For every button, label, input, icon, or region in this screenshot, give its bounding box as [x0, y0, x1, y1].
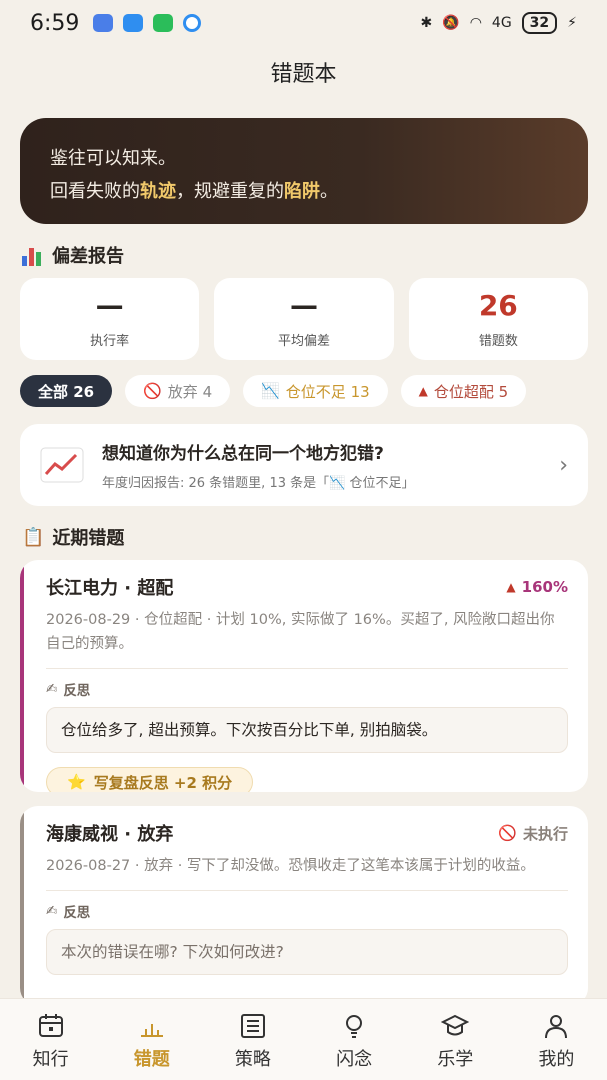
chevron-right-icon: ›	[559, 452, 568, 478]
write-reflection-button[interactable]: ⭐ 写复盘反思 +2 积分	[46, 767, 254, 792]
divider	[46, 890, 568, 891]
stats-row: — 执行率 — 平均偏差 26 错题数	[20, 278, 588, 360]
reflection-field[interactable]: 本次的错误在哪? 下次如何改进?	[46, 929, 568, 975]
tab-label: 策略	[234, 1049, 271, 1070]
prohibited-icon: 🚫	[143, 382, 162, 400]
charging-icon: ⚡	[567, 15, 577, 31]
hero-line-1: 鉴往可以知来。	[50, 148, 176, 169]
triangle-up-icon: ▲	[506, 580, 516, 594]
stat-average-deviation: — 平均偏差	[214, 278, 394, 360]
filter-chips: 全部 26 🚫 放弃 4 📉 仓位不足 13 ▲ 仓位超配 5	[20, 375, 607, 407]
recent-title: 近期错题	[52, 528, 125, 549]
signal-icon: 4G	[491, 15, 512, 31]
clipboard-icon: 📋	[22, 526, 45, 548]
triangle-up-icon: ▲	[418, 384, 428, 398]
filter-underweight[interactable]: 📉 仓位不足 13	[243, 375, 388, 407]
recent-header: 📋 近期错题	[22, 524, 124, 550]
bar-chart-icon	[140, 1024, 163, 1037]
hero-line-2: 回看失败的轨迹，规避重复的陷阱。	[50, 181, 338, 202]
tab-ideas[interactable]: 闪念	[304, 999, 405, 1080]
tab-learn[interactable]: 乐学	[405, 999, 506, 1080]
tab-label: 知行	[32, 1049, 69, 1070]
browser-icon	[183, 14, 202, 32]
lightbulb-icon	[346, 1015, 363, 1038]
tab-label: 我的	[538, 1049, 575, 1070]
filter-abandon[interactable]: 🚫 放弃 4	[125, 375, 231, 407]
filter-all[interactable]: 全部 26	[20, 375, 113, 407]
trend-down-icon: 📉	[261, 382, 280, 400]
divider	[46, 668, 568, 669]
wechat-icon	[153, 14, 174, 32]
status-bar: 6:59 ✱ 🔕 ◠ 4G 32 ⚡	[0, 0, 607, 46]
annual-report-promo[interactable]: 想知道你为什么总在同一个地方犯错? 年度归因报告: 26 条错题里, 13 条是…	[20, 424, 588, 506]
wifi-icon: ◠	[469, 15, 482, 31]
usb-icon	[93, 14, 114, 32]
mistake-card[interactable]: 海康威视 · 放弃 🚫 未执行 2026-08-27 · 放弃 · 写下了却没做。…	[20, 806, 588, 1006]
reflect-label: ✍ 反思	[46, 681, 91, 699]
hero-banner: 鉴往可以知来。 回看失败的轨迹，规避重复的陷阱。	[20, 118, 588, 224]
card-description: 2026-08-29 · 仓位超配 · 计划 10%, 实际做了 16%。买超了…	[46, 612, 555, 652]
tab-strategy[interactable]: 策略	[202, 999, 303, 1080]
report-header: 偏差报告	[22, 242, 124, 268]
stat-execution-rate: — 执行率	[20, 278, 200, 360]
prohibited-icon: 🚫	[498, 824, 517, 842]
deviation-badge: ▲ 160%	[506, 578, 568, 596]
stat-value: —	[95, 288, 124, 322]
tab-profile[interactable]: 我的	[506, 999, 607, 1080]
trend-chart-icon	[40, 447, 84, 483]
stat-mistake-count: 26 错题数	[408, 278, 588, 360]
tab-zhixing[interactable]: 知行	[0, 999, 101, 1080]
system-icons: ✱ 🔕 ◠ 4G 32 ⚡	[421, 12, 577, 34]
promo-title: 想知道你为什么总在同一个地方犯错?	[102, 444, 384, 464]
stat-value: —	[289, 288, 318, 322]
message-icon	[123, 14, 144, 32]
page-title: 错题本	[270, 62, 337, 87]
stat-label: 执行率	[90, 333, 130, 349]
tab-label: 错题	[133, 1049, 170, 1070]
stat-label: 错题数	[478, 333, 518, 349]
bottom-tab-bar: 知行 错题 策略 闪念 乐学 我的	[0, 998, 607, 1080]
bluetooth-icon: ✱	[420, 15, 433, 31]
writing-hand-icon: ✍	[46, 681, 58, 697]
star-icon: ⭐	[67, 773, 86, 791]
calendar-icon	[38, 1014, 63, 1037]
user-icon	[545, 1015, 568, 1039]
graduation-cap-icon	[441, 1014, 470, 1036]
stat-value: 26	[478, 288, 518, 322]
card-title: 长江电力 · 超配	[46, 578, 174, 599]
filter-overweight[interactable]: ▲ 仓位超配 5	[400, 375, 527, 407]
status-badge: 🚫 未执行	[498, 824, 568, 843]
reflect-label: ✍ 反思	[46, 903, 91, 921]
bar-chart-icon	[22, 244, 44, 266]
list-icon	[240, 1014, 265, 1038]
tab-label: 乐学	[437, 1049, 474, 1070]
stat-label: 平均偏差	[277, 333, 330, 349]
tab-label: 闪念	[336, 1049, 373, 1070]
reflection-field[interactable]: 仓位给多了, 超出预算。下次按百分比下单, 别拍脑袋。	[46, 707, 568, 753]
status-time: 6:59	[30, 10, 80, 36]
report-title: 偏差报告	[52, 246, 124, 267]
card-description: 2026-08-27 · 放弃 · 写下了却没做。恐惧收走了这笔本该属于计划的收…	[46, 858, 535, 874]
promo-subtitle: 年度归因报告: 26 条错题里, 13 条是「📉 仓位不足」	[102, 476, 415, 491]
card-title: 海康威视 · 放弃	[46, 824, 174, 845]
battery-icon: 32	[521, 12, 558, 34]
notification-icons	[93, 14, 202, 32]
tab-mistakes[interactable]: 错题	[101, 999, 202, 1080]
mistake-card[interactable]: 长江电力 · 超配 ▲ 160% 2026-08-29 · 仓位超配 · 计划 1…	[20, 560, 588, 792]
writing-hand-icon: ✍	[46, 903, 58, 919]
mute-icon: 🔕	[442, 15, 460, 31]
